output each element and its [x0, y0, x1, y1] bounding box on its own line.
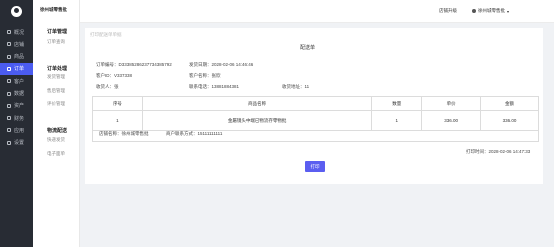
finance-icon: [7, 116, 11, 121]
customer-icon: [7, 79, 11, 84]
sidebar-item-label: 商品: [14, 54, 25, 61]
shop-name: 徐州城零售批: [40, 7, 67, 12]
user-icon: [472, 9, 476, 13]
print-button[interactable]: 打印: [305, 161, 325, 172]
sidebar-item[interactable]: 财务: [0, 112, 33, 124]
sidebar-item-label: 应用: [14, 127, 25, 134]
table-header-row: 序号 商品名称 数量 单价 金额: [92, 96, 539, 111]
subnav-item-reviews[interactable]: 评价管理: [47, 101, 65, 107]
print-time: 打印时间：2028-02-06 14:47:33: [466, 149, 531, 154]
apps-icon: [7, 128, 11, 133]
order-number: 订单编号：D33385286237734385792: [96, 62, 172, 67]
sidebar-item[interactable]: 客户: [0, 75, 33, 87]
ship-date: 发货日期：2028-02-06 14:46:46: [189, 62, 254, 67]
subnav-group-title-orders: 订单管理: [47, 29, 68, 35]
upgrade-link[interactable]: 店铺升级: [439, 8, 457, 14]
subnav-item-after-sales[interactable]: 售后管理: [47, 88, 65, 94]
sidebar-item[interactable]: 设置: [0, 137, 33, 149]
receiver: 收货人：张: [96, 84, 119, 89]
sidebar-item-label: 订单: [14, 66, 25, 73]
page-title: 配送单: [300, 45, 316, 51]
user-menu[interactable]: 徐州城零售批 ▾: [472, 8, 509, 14]
order-icon: [7, 66, 11, 71]
sidebar-item-label: 资产: [14, 103, 25, 110]
customer-id: 客户ID：V337338: [96, 73, 133, 78]
breadcrumb: 打印配送单单据: [90, 32, 122, 37]
phone: 联系电话：13881884381: [189, 84, 240, 89]
sidebar-item[interactable]: 资产: [0, 100, 33, 112]
asset-icon: [7, 103, 11, 108]
column-header: 单价: [421, 96, 482, 111]
table-footer: [92, 123, 539, 142]
sidebar-item[interactable]: 应用: [0, 124, 33, 136]
merchant-contact: 商户联系方式：15111111111: [166, 131, 223, 136]
sidebar-item-label: 财务: [14, 115, 25, 122]
subnav-item-shipping[interactable]: 发货管理: [47, 74, 65, 80]
settings-icon: [7, 140, 11, 145]
subnav-item-e-waybill[interactable]: 电子面单: [47, 151, 65, 157]
column-header: 数量: [371, 96, 423, 111]
main-sidebar: 概况店铺商品订单客户数据资产财务应用设置: [0, 0, 33, 247]
address: 收货地址：11: [282, 84, 310, 89]
shop-icon: [7, 42, 11, 47]
top-bar: 店铺升级 徐州城零售批 ▾: [80, 0, 554, 23]
sidebar-item[interactable]: 数据: [0, 88, 33, 100]
customer-name: 客户名称：张欣: [189, 73, 221, 78]
sidebar-item[interactable]: 概况: [0, 26, 33, 38]
avatar[interactable]: [11, 6, 22, 17]
column-header: 金额: [480, 96, 539, 111]
column-header: 序号: [92, 96, 143, 111]
sidebar-item[interactable]: 商品: [0, 51, 33, 63]
subnav-item-order-query[interactable]: 订单查询: [47, 39, 65, 45]
subnav-item-express[interactable]: 快递发货: [47, 137, 65, 143]
user-name: 徐州城零售批: [478, 8, 505, 13]
goods-icon: [7, 54, 11, 59]
sidebar-item[interactable]: 订单: [0, 62, 33, 75]
chevron-down-icon: ▾: [507, 8, 510, 14]
sidebar-item-label: 店铺: [14, 41, 25, 48]
sidebar-item-label: 数据: [14, 91, 25, 97]
shop-info: 店铺名称：徐州城零售批: [99, 131, 149, 136]
sub-navigation: 徐州城零售批 订单管理 订单查询 订单处理 发货管理 售后管理 评价管理 物流配…: [33, 0, 80, 247]
data-icon: [7, 91, 11, 96]
subnav-group-title-processing: 订单处理: [47, 66, 68, 72]
home-icon: [7, 30, 11, 34]
sidebar-item-label: 客户: [14, 78, 25, 85]
sidebar-item[interactable]: 店铺: [0, 38, 33, 50]
column-header: 商品名称: [141, 96, 373, 111]
sidebar-item-label: 概况: [14, 29, 25, 36]
subnav-group-title-logistics: 物流配送: [47, 128, 68, 134]
sidebar-item-label: 设置: [14, 140, 25, 147]
